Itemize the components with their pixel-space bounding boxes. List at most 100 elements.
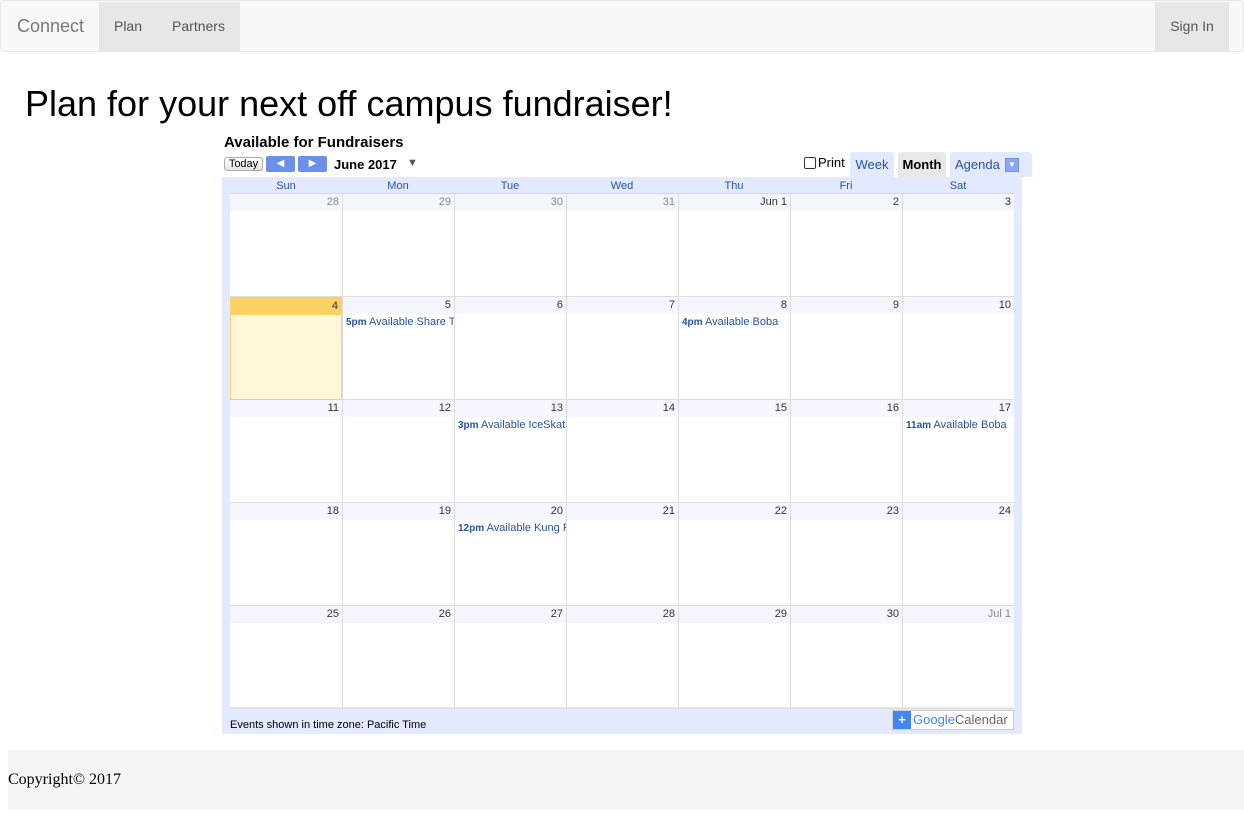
day-number[interactable]: 4 <box>231 298 341 315</box>
calendar-day[interactable]: 17 11am Available Boba <box>902 400 1014 503</box>
event-title: Available Boba <box>705 316 779 328</box>
calendar-day[interactable]: 22 <box>678 503 790 606</box>
day-number[interactable]: 12 <box>343 400 454 417</box>
print-button[interactable]: Print <box>804 155 845 170</box>
google-calendar-badge[interactable]: + GoogleCalendar <box>892 710 1014 730</box>
day-number[interactable]: 28 <box>230 194 342 211</box>
weekday-thu: Thu <box>724 180 744 192</box>
day-number[interactable]: 20 <box>455 503 566 520</box>
calendar-event[interactable]: 5pm Available Share Tea <box>343 316 454 328</box>
day-number[interactable]: 21 <box>567 503 678 520</box>
calendar-day[interactable]: 30 <box>790 606 902 709</box>
month-grid: 28293031Jun 123455pm Available Share Tea… <box>230 193 1014 709</box>
day-number[interactable]: 26 <box>343 606 454 623</box>
calendar-day[interactable]: 8 4pm Available Boba <box>678 297 790 400</box>
calendar-day[interactable]: 11 <box>230 400 342 503</box>
calendar-day[interactable]: 31 <box>566 194 678 297</box>
calendar-day[interactable]: 14 <box>566 400 678 503</box>
day-number[interactable]: 22 <box>679 503 790 520</box>
agenda-dropdown-icon[interactable]: ▼ <box>1005 158 1019 172</box>
day-number[interactable]: Jul 1 <box>903 606 1014 623</box>
calendar-day[interactable]: 26 <box>342 606 454 709</box>
arrow-right-icon: ▶ <box>308 158 317 169</box>
day-number[interactable]: 14 <box>567 400 678 417</box>
calendar-day[interactable]: 27 <box>454 606 566 709</box>
day-number[interactable]: Jun 1 <box>679 194 790 211</box>
calendar-event[interactable]: 4pm Available Boba <box>679 316 790 328</box>
calendar-day[interactable]: 6 <box>454 297 566 400</box>
printer-icon <box>804 157 816 169</box>
tab-month[interactable]: Month <box>898 152 946 177</box>
calendar-day[interactable]: 3 <box>902 194 1014 297</box>
tab-agenda[interactable]: Agenda ▼ <box>950 152 1032 177</box>
calendar-day[interactable]: 29 <box>342 194 454 297</box>
calendar-day[interactable]: 18 <box>230 503 342 606</box>
calendar-day[interactable]: 10 <box>902 297 1014 400</box>
calendar-event[interactable]: 3pm Available IceSkating <box>455 419 566 431</box>
calendar-day[interactable]: 15 <box>678 400 790 503</box>
calendar-day[interactable]: 20 12pm Available Kung Fu Tea <box>454 503 566 606</box>
page-footer: Copyright© 2017 <box>8 750 1244 809</box>
day-number[interactable]: 31 <box>567 194 678 211</box>
nav-partners[interactable]: Partners <box>157 2 240 51</box>
prev-month-button[interactable]: ◀ <box>266 156 295 172</box>
day-number[interactable]: 6 <box>455 297 566 314</box>
calendar-day[interactable]: 28 <box>230 194 342 297</box>
day-number[interactable]: 8 <box>679 297 790 314</box>
day-number[interactable]: 19 <box>343 503 454 520</box>
tab-agenda-label: Agenda <box>955 157 1000 172</box>
calendar-day[interactable]: 2 <box>790 194 902 297</box>
day-number[interactable]: 7 <box>567 297 678 314</box>
day-number[interactable]: 25 <box>230 606 342 623</box>
tab-week[interactable]: Week <box>850 152 894 177</box>
day-number[interactable]: 10 <box>903 297 1014 314</box>
day-number[interactable]: 27 <box>455 606 566 623</box>
day-number[interactable]: 29 <box>679 606 790 623</box>
day-number[interactable]: 3 <box>903 194 1014 211</box>
day-number[interactable]: 28 <box>567 606 678 623</box>
next-month-button[interactable]: ▶ <box>298 156 327 172</box>
calendar-day[interactable]: 12 <box>342 400 454 503</box>
day-number[interactable]: 17 <box>903 400 1014 417</box>
weekday-fri: Fri <box>839 180 853 192</box>
copyright-text: Copyright© 2017 <box>8 771 122 788</box>
brand-link[interactable]: Connect <box>17 16 84 37</box>
day-number[interactable]: 13 <box>455 400 566 417</box>
day-number[interactable]: 30 <box>455 194 566 211</box>
calendar-week-row: 181920 12pm Available Kung Fu Tea21222324 <box>230 503 1014 606</box>
day-number[interactable]: 2 <box>791 194 902 211</box>
day-number[interactable]: 18 <box>230 503 342 520</box>
calendar-day[interactable]: 5 5pm Available Share Tea <box>342 297 454 400</box>
day-number[interactable]: 5 <box>343 297 454 314</box>
calendar-day[interactable]: 16 <box>790 400 902 503</box>
day-number[interactable]: 15 <box>679 400 790 417</box>
day-number[interactable]: 23 <box>791 503 902 520</box>
day-number[interactable]: 11 <box>230 400 342 417</box>
calendar-event[interactable]: 12pm Available Kung Fu Tea <box>455 522 566 534</box>
month-picker-dropdown[interactable]: ▼ <box>407 157 418 169</box>
calendar-day[interactable]: 28 <box>566 606 678 709</box>
calendar-day-today[interactable]: 4 <box>230 297 342 400</box>
calendar-day[interactable]: 13 3pm Available IceSkating <box>454 400 566 503</box>
calendar-day[interactable]: 9 <box>790 297 902 400</box>
event-title: Available Share Tea <box>369 316 454 328</box>
calendar-day[interactable]: 21 <box>566 503 678 606</box>
calendar-day[interactable]: 19 <box>342 503 454 606</box>
nav-plan[interactable]: Plan <box>99 2 157 51</box>
calendar-day[interactable]: 29 <box>678 606 790 709</box>
calendar-day[interactable]: Jun 1 <box>678 194 790 297</box>
calendar-event[interactable]: 11am Available Boba <box>903 419 1014 431</box>
day-number[interactable]: 29 <box>343 194 454 211</box>
day-number[interactable]: 16 <box>791 400 902 417</box>
calendar-day[interactable]: Jul 1 <box>902 606 1014 709</box>
day-number[interactable]: 30 <box>791 606 902 623</box>
sign-in-link[interactable]: Sign In <box>1155 2 1229 51</box>
calendar-day[interactable]: 23 <box>790 503 902 606</box>
day-number[interactable]: 9 <box>791 297 902 314</box>
today-button[interactable]: Today <box>224 157 263 171</box>
calendar-day[interactable]: 7 <box>566 297 678 400</box>
calendar-day[interactable]: 24 <box>902 503 1014 606</box>
calendar-day[interactable]: 30 <box>454 194 566 297</box>
day-number[interactable]: 24 <box>903 503 1014 520</box>
calendar-day[interactable]: 25 <box>230 606 342 709</box>
